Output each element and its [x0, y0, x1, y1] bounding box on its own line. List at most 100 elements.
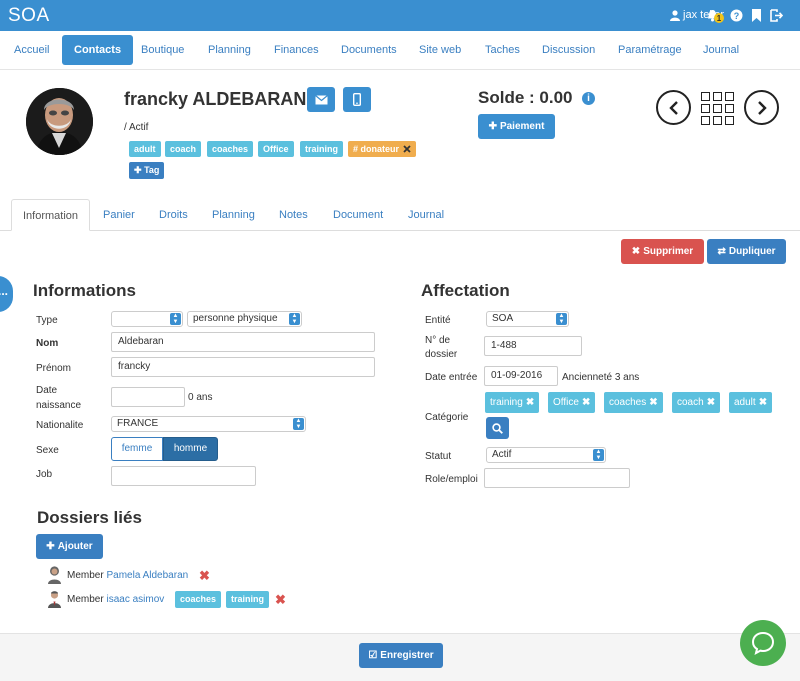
sexe-femme-button[interactable]: femme: [111, 437, 163, 461]
contact-status: / Actif: [124, 122, 149, 133]
tag-donateur-label: # donateur: [353, 144, 400, 154]
main-nav: Accueil Contacts Boutique Planning Finan…: [0, 31, 800, 70]
notification-badge: 1: [714, 13, 724, 23]
nationalite-select[interactable]: FRANCE ▲ ▼: [111, 416, 306, 432]
close-icon[interactable]: ✖: [526, 397, 534, 408]
close-icon[interactable]: ✖: [582, 397, 590, 408]
member-row: Member Pamela Aldebaran: [67, 570, 188, 581]
chat-bubble-icon: [751, 631, 775, 655]
tag-donateur[interactable]: # donateur: [348, 141, 417, 157]
tag-coach[interactable]: coach: [165, 141, 202, 157]
job-field[interactable]: [111, 466, 256, 486]
member-tag-training[interactable]: training: [226, 591, 269, 608]
solde: Solde : 0.00: [478, 88, 573, 107]
tab-planning[interactable]: Planning: [201, 199, 266, 231]
informations-title: Informations: [33, 281, 136, 300]
tab-droits[interactable]: Droits: [148, 199, 199, 231]
member-link[interactable]: isaac asimov: [106, 594, 164, 605]
nav-planning[interactable]: Planning: [196, 35, 263, 65]
nav-discussion[interactable]: Discussion: [530, 35, 607, 65]
categorie-adult-label: adult: [734, 397, 756, 408]
tag-adult[interactable]: adult: [129, 141, 161, 157]
categorie-training[interactable]: training ✖: [485, 392, 540, 413]
categorie-search-button[interactable]: [486, 417, 509, 439]
nav-documents[interactable]: Documents: [329, 35, 409, 65]
nav-accueil[interactable]: Accueil: [2, 35, 61, 65]
select-arrows-icon: ▲ ▼: [289, 313, 300, 325]
close-icon[interactable]: [403, 145, 411, 153]
info-icon[interactable]: i: [582, 92, 595, 105]
chat-button[interactable]: [740, 620, 786, 666]
close-icon: ✖: [631, 246, 641, 257]
categorie-coaches[interactable]: coaches ✖: [604, 392, 663, 413]
select-arrows-icon: ▲ ▼: [293, 418, 304, 430]
logout-icon[interactable]: [768, 7, 784, 23]
member-male-icon: [47, 590, 62, 611]
member-prefix: Member: [67, 594, 104, 605]
grid-menu-icon[interactable]: [701, 92, 734, 125]
dupliquer-button[interactable]: ⇄ Dupliquer: [707, 239, 786, 264]
prenom-field[interactable]: francky: [111, 357, 375, 377]
statut-select[interactable]: Actif ▲ ▼: [486, 447, 606, 463]
type-label: Type: [36, 315, 58, 326]
nav-taches[interactable]: Taches: [473, 35, 532, 65]
nav-finances[interactable]: Finances: [262, 35, 331, 65]
type-select-1[interactable]: ▲ ▼: [111, 311, 183, 327]
date-entree-field[interactable]: 01-09-2016: [484, 366, 558, 386]
nav-contacts[interactable]: Contacts: [62, 35, 134, 65]
side-panel-toggle[interactable]: ...: [0, 276, 13, 312]
plus-icon: ✚: [488, 121, 497, 132]
member-prefix: Member: [67, 570, 104, 581]
categorie-office-label: Office: [553, 397, 579, 408]
user-icon: [670, 9, 681, 21]
tag-coaches[interactable]: coaches: [207, 141, 254, 157]
nav-journal[interactable]: Journal: [691, 35, 751, 65]
help-icon[interactable]: ?: [728, 7, 744, 23]
categorie-office[interactable]: Office ✖: [548, 392, 596, 413]
nav-boutique[interactable]: Boutique: [129, 35, 196, 65]
nav-site-web[interactable]: Site web: [407, 35, 473, 65]
tag-office[interactable]: Office: [258, 141, 294, 157]
previous-contact-button[interactable]: [656, 90, 691, 125]
close-icon[interactable]: ✖: [707, 397, 715, 408]
nom-field[interactable]: Aldebaran: [111, 332, 375, 352]
tab-document[interactable]: Document: [322, 199, 394, 231]
role-field[interactable]: [484, 468, 630, 488]
enregistrer-button[interactable]: ☑ Enregistrer: [359, 643, 443, 668]
envelope-icon: [314, 94, 328, 104]
entite-select[interactable]: SOA ▲ ▼: [486, 311, 569, 327]
next-contact-button[interactable]: [744, 90, 779, 125]
add-tag-button[interactable]: ✚ Tag: [129, 162, 165, 179]
supprimer-button[interactable]: ✖ Supprimer: [621, 239, 704, 264]
plus-icon: ✚: [134, 165, 142, 175]
nav-parametrage[interactable]: Paramétrage: [606, 35, 694, 65]
close-icon[interactable]: ✖: [759, 397, 767, 408]
member-row: Member isaac asimov: [67, 594, 164, 605]
tag-training[interactable]: training: [300, 141, 343, 157]
close-icon[interactable]: ✖: [649, 397, 657, 408]
tab-journal[interactable]: Journal: [397, 199, 455, 231]
remove-member-icon[interactable]: ✖: [275, 592, 286, 608]
member-link[interactable]: Pamela Aldebaran: [106, 570, 188, 581]
type-select-2[interactable]: personne physique ▲ ▼: [187, 311, 302, 327]
mobile-icon: [353, 93, 361, 106]
tab-panier[interactable]: Panier: [92, 199, 146, 231]
email-button[interactable]: [307, 87, 335, 112]
sexe-homme-button[interactable]: homme: [163, 437, 218, 461]
dossier-field[interactable]: 1-488: [484, 336, 582, 356]
app-title[interactable]: SOA: [8, 5, 50, 27]
remove-member-icon[interactable]: ✖: [199, 568, 210, 584]
paiement-button[interactable]: ✚ Paiement: [478, 114, 555, 139]
chevron-left-icon: [668, 100, 678, 115]
ajouter-button[interactable]: ✚ Ajouter: [36, 534, 103, 559]
sexe-label: Sexe: [36, 445, 59, 456]
member-tag-coaches[interactable]: coaches: [175, 591, 222, 608]
member-female-icon: [47, 566, 62, 587]
tab-information[interactable]: Information: [11, 199, 91, 231]
bookmark-icon[interactable]: [748, 7, 764, 23]
categorie-coach[interactable]: coach ✖: [672, 392, 721, 413]
phone-button[interactable]: [343, 87, 371, 112]
categorie-adult[interactable]: adult ✖: [729, 392, 773, 413]
tab-notes[interactable]: Notes: [268, 199, 319, 231]
date-naissance-field[interactable]: [111, 387, 185, 407]
